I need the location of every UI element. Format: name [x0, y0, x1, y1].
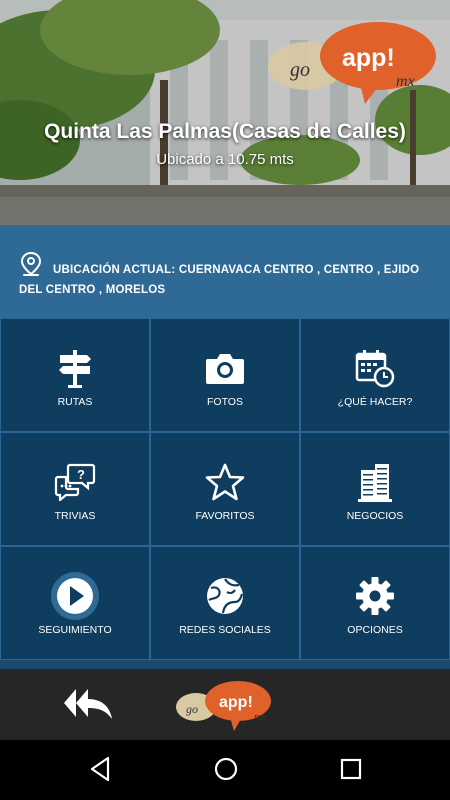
menu-trivias[interactable]: ? TRIVIAS — [1, 433, 149, 545]
home-circle-icon[interactable] — [213, 756, 239, 782]
menu-favoritos[interactable]: FAVORITOS — [151, 433, 299, 545]
footer-logo-mx: mx — [254, 712, 266, 723]
chat-question-icon: ? — [54, 463, 96, 501]
bottom-app-bar: go app! mx — [0, 669, 450, 740]
menu-grid: RUTAS FOTOS ¿QUÉ HACER? ? TRIVIAS FAVORI… — [0, 318, 450, 660]
logo-app-text: app! — [342, 44, 395, 72]
recents-square-icon[interactable] — [339, 756, 363, 782]
footer-logo-go: go — [186, 702, 198, 716]
menu-label: NEGOCIOS — [346, 510, 404, 522]
svg-text:?: ? — [77, 467, 85, 482]
menu-label: SEGUIMIENTO — [38, 624, 112, 636]
star-icon — [205, 463, 245, 501]
calendar-clock-icon — [355, 350, 395, 388]
menu-label: REDES SOCIALES — [179, 624, 271, 636]
menu-opciones[interactable]: OPCIONES — [301, 547, 449, 659]
place-distance: Ubicado a 10.75 mts — [156, 151, 294, 168]
play-circle-icon — [51, 572, 99, 620]
menu-label: FAVORITOS — [195, 510, 255, 522]
logo-mx-text: mx — [396, 73, 415, 90]
go-app-logo: go app! mx — [268, 22, 436, 104]
back-triangle-icon[interactable] — [88, 756, 112, 782]
buildings-icon — [358, 464, 392, 502]
menu-rutas[interactable]: RUTAS — [1, 319, 149, 431]
footer-logo-app: app! — [219, 694, 253, 711]
menu-label: OPCIONES — [347, 624, 403, 636]
menu-negocios[interactable]: NEGOCIOS — [301, 433, 449, 545]
menu-label: FOTOS — [207, 396, 243, 408]
camera-icon — [206, 354, 244, 384]
menu-label: RUTAS — [57, 396, 93, 408]
signpost-icon — [59, 350, 91, 388]
menu-que-hacer[interactable]: ¿QUÉ HACER? — [301, 319, 449, 431]
reply-all-back-icon[interactable] — [62, 687, 114, 721]
hero-banner: go app! mx Quinta Las Palmas(Casas de Ca… — [0, 0, 450, 225]
menu-label: ¿QUÉ HACER? — [337, 396, 413, 408]
menu-seguimiento[interactable]: SEGUIMIENTO — [1, 547, 149, 659]
place-title: Quinta Las Palmas(Casas de Calles) — [44, 120, 406, 143]
current-location-bar: UBICACIÓN ACTUAL: CUERNAVACA CENTRO , CE… — [0, 225, 450, 318]
current-location-text: UBICACIÓN ACTUAL: CUERNAVACA CENTRO , CE… — [19, 264, 420, 296]
menu-redes-sociales[interactable]: REDES SOCIALES — [151, 547, 299, 659]
system-nav-bar — [0, 740, 450, 800]
globe-icon — [207, 578, 244, 614]
menu-label: TRIVIAS — [54, 510, 96, 522]
go-app-footer-logo[interactable]: go app! mx — [176, 677, 276, 735]
menu-fotos[interactable]: FOTOS — [151, 319, 299, 431]
logo-go-text: go — [290, 59, 310, 81]
gear-icon — [356, 577, 394, 615]
